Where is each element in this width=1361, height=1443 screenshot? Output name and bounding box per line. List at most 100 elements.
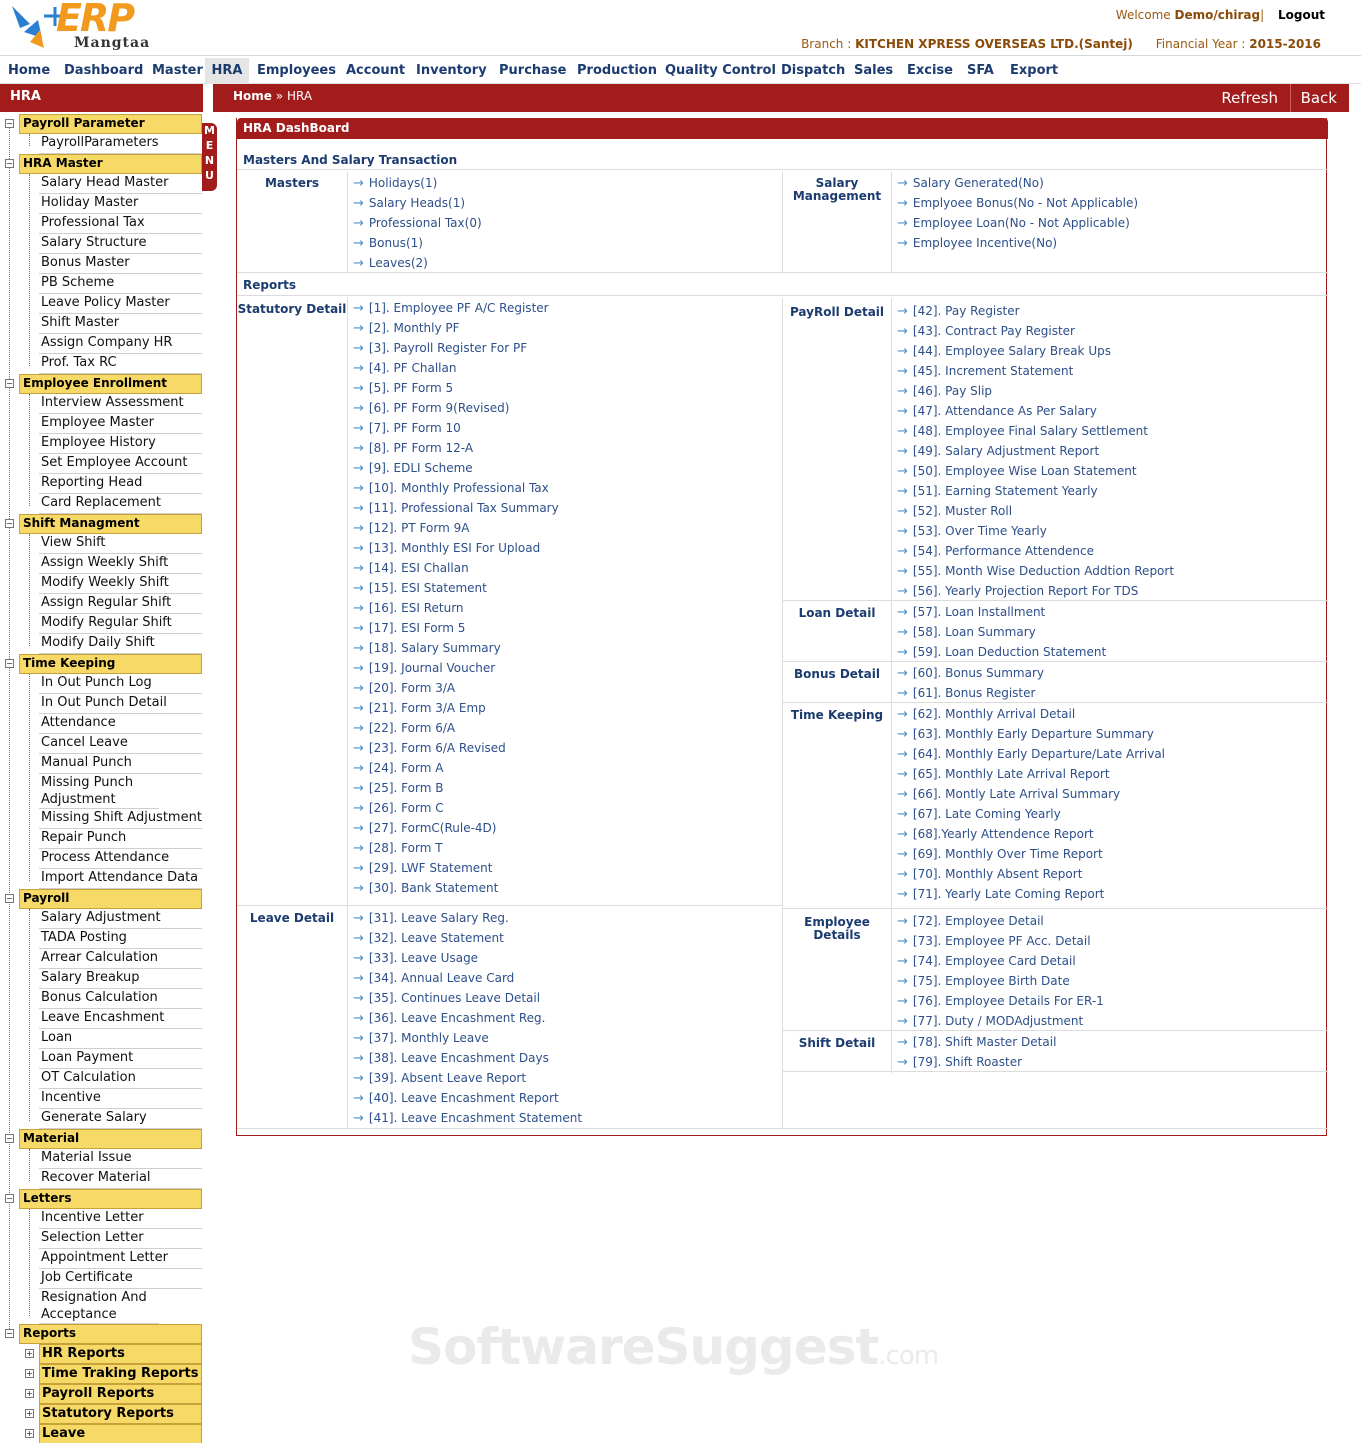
sidebar-item-salary-structure[interactable]: Salary Structure — [39, 234, 202, 254]
report-link[interactable]: → [46]. Pay Slip — [897, 384, 992, 399]
report-link[interactable]: → [49]. Salary Adjustment Report — [897, 444, 1099, 459]
sidebar-item-modify-regular-shift[interactable]: Modify Regular Shift — [39, 614, 202, 634]
report-link[interactable]: → [9]. EDLI Scheme — [353, 461, 473, 476]
sidebar-item-assign-weekly-shift[interactable]: Assign Weekly Shift — [39, 554, 202, 574]
report-link[interactable]: → [56]. Yearly Projection Report For TDS — [897, 584, 1138, 599]
nav-quality-control[interactable]: Quality Control — [661, 58, 776, 84]
report-link[interactable]: → [74]. Employee Card Detail — [897, 954, 1076, 969]
sidebar-item-incentive[interactable]: Incentive — [39, 1089, 202, 1109]
sidebar-item-missing-shift-adjustment[interactable]: Missing Shift Adjustment — [39, 809, 202, 829]
report-link[interactable]: → [26]. Form C — [353, 801, 444, 816]
report-link[interactable]: → [71]. Yearly Late Coming Report — [897, 887, 1104, 902]
report-link[interactable]: → [54]. Performance Attendence — [897, 544, 1094, 559]
report-link[interactable]: → [57]. Loan Installment — [897, 605, 1045, 620]
expand-icon[interactable]: + — [25, 1409, 34, 1418]
report-link[interactable]: → Bonus(1) — [353, 236, 423, 251]
report-link[interactable]: → [68].Yearly Attendence Report — [897, 827, 1094, 842]
report-link[interactable]: → [1]. Employee PF A/C Register — [353, 301, 549, 316]
sidebar-item-pb-scheme[interactable]: PB Scheme — [39, 274, 202, 294]
report-link[interactable]: → [29]. LWF Statement — [353, 861, 492, 876]
report-link[interactable]: → Employee Loan(No - Not Applicable) — [897, 216, 1130, 231]
sidebar-item-modify-weekly-shift[interactable]: Modify Weekly Shift — [39, 574, 202, 594]
sidebar-section-shift-managment[interactable]: Shift Managment — [19, 514, 202, 534]
report-link[interactable]: → [27]. FormC(Rule-4D) — [353, 821, 496, 836]
sidebar-item-bonus-master[interactable]: Bonus Master — [39, 254, 202, 274]
sidebar-item-salary-breakup[interactable]: Salary Breakup — [39, 969, 202, 989]
sidebar-item-shift-master[interactable]: Shift Master — [39, 314, 202, 334]
sidebar-item-material-issue[interactable]: Material Issue — [39, 1149, 202, 1169]
sidebar-item-arrear-calculation[interactable]: Arrear Calculation — [39, 949, 202, 969]
sidebar-item-job-certificate[interactable]: Job Certificate — [39, 1269, 202, 1289]
collapse-icon[interactable]: − — [5, 379, 14, 388]
sidebar-item-employee-history[interactable]: Employee History — [39, 434, 202, 454]
nav-employees[interactable]: Employees — [253, 58, 336, 84]
logout-link[interactable]: Logout — [1278, 8, 1325, 22]
sidebar-item-attendance[interactable]: Attendance — [39, 714, 202, 734]
sidebar-item-repair-punch[interactable]: Repair Punch — [39, 829, 202, 849]
sidebar-item-professional-tax[interactable]: Professional Tax — [39, 214, 202, 234]
report-link[interactable]: → [24]. Form A — [353, 761, 443, 776]
sidebar-section-material[interactable]: Material — [19, 1129, 202, 1149]
report-link[interactable]: → [64]. Monthly Early Departure/Late Arri… — [897, 747, 1165, 762]
nav-purchase[interactable]: Purchase — [495, 58, 566, 84]
sidebar-item-employee-master[interactable]: Employee Master — [39, 414, 202, 434]
sidebar-item-selection-letter[interactable]: Selection Letter — [39, 1229, 202, 1249]
report-link[interactable]: → [65]. Monthly Late Arrival Report — [897, 767, 1110, 782]
sidebar-section-employee-enrollment[interactable]: Employee Enrollment — [19, 374, 202, 394]
sidebar-section-letters[interactable]: Letters — [19, 1189, 202, 1209]
report-link[interactable]: → [36]. Leave Encashment Reg. — [353, 1011, 545, 1026]
report-link[interactable]: → [47]. Attendance As Per Salary — [897, 404, 1097, 419]
sidebar-report-payroll-reports[interactable]: Payroll Reports — [39, 1384, 202, 1404]
report-link[interactable]: → [31]. Leave Salary Reg. — [353, 911, 509, 926]
sidebar-report-statutory-reports[interactable]: Statutory Reports — [39, 1404, 202, 1424]
collapse-icon[interactable]: − — [5, 1134, 14, 1143]
report-link[interactable]: → [67]. Late Coming Yearly — [897, 807, 1061, 822]
sidebar-report-leave[interactable]: Leave — [39, 1424, 202, 1443]
sidebar-section-payroll[interactable]: Payroll — [19, 889, 202, 909]
sidebar-item-cancel-leave[interactable]: Cancel Leave — [39, 734, 202, 754]
report-link[interactable]: → [44]. Employee Salary Break Ups — [897, 344, 1111, 359]
sidebar-item-modify-daily-shift[interactable]: Modify Daily Shift — [39, 634, 202, 654]
nav-inventory[interactable]: Inventory — [412, 58, 487, 84]
report-link[interactable]: → [73]. Employee PF Acc. Detail — [897, 934, 1091, 949]
sidebar-item-prof-tax-rc[interactable]: Prof. Tax RC — [39, 354, 202, 374]
sidebar-item-tada-posting[interactable]: TADA Posting — [39, 929, 202, 949]
sidebar-item-recover-material[interactable]: Recover Material — [39, 1169, 202, 1189]
sidebar-item-salary-adjustment[interactable]: Salary Adjustment — [39, 909, 202, 929]
report-link[interactable]: → [3]. Payroll Register For PF — [353, 341, 527, 356]
report-link[interactable]: → [66]. Montly Late Arrival Summary — [897, 787, 1120, 802]
sidebar-item-assign-company-hr[interactable]: Assign Company HR — [39, 334, 202, 354]
sidebar-section-hra-master[interactable]: HRA Master — [19, 154, 202, 174]
sidebar-item-ot-calculation[interactable]: OT Calculation — [39, 1069, 202, 1089]
nav-dispatch[interactable]: Dispatch — [777, 58, 845, 84]
expand-icon[interactable]: + — [25, 1429, 34, 1438]
menu-toggle-tab[interactable]: MENU — [202, 123, 217, 191]
sidebar-item-holiday-master[interactable]: Holiday Master — [39, 194, 202, 214]
report-link[interactable]: → [11]. Professional Tax Summary — [353, 501, 559, 516]
report-link[interactable]: → Salary Heads(1) — [353, 196, 465, 211]
report-link[interactable]: → [8]. PF Form 12-A — [353, 441, 473, 456]
report-link[interactable]: → [28]. Form T — [353, 841, 443, 856]
report-link[interactable]: → Leaves(2) — [353, 256, 428, 271]
nav-account[interactable]: Account — [342, 58, 405, 84]
report-link[interactable]: → [38]. Leave Encashment Days — [353, 1051, 549, 1066]
report-link[interactable]: → [60]. Bonus Summary — [897, 666, 1044, 681]
collapse-icon[interactable]: − — [5, 119, 14, 128]
report-link[interactable]: → [76]. Employee Details For ER-1 — [897, 994, 1104, 1009]
report-link[interactable]: → [33]. Leave Usage — [353, 951, 478, 966]
report-link[interactable]: → [2]. Monthly PF — [353, 321, 460, 336]
sidebar-section-reports[interactable]: Reports — [19, 1324, 202, 1344]
collapse-icon[interactable]: − — [5, 519, 14, 528]
sidebar-item-in-out-punch-log[interactable]: In Out Punch Log — [39, 674, 202, 694]
sidebar-item-payrollparameters[interactable]: PayrollParameters — [39, 134, 202, 154]
report-link[interactable]: → [48]. Employee Final Salary Settlement — [897, 424, 1148, 439]
report-link[interactable]: → [25]. Form B — [353, 781, 443, 796]
report-link[interactable]: → [77]. Duty / MODAdjustment — [897, 1014, 1083, 1029]
report-link[interactable]: → Emplyoee Bonus(No - Not Applicable) — [897, 196, 1138, 211]
expand-icon[interactable]: + — [25, 1349, 34, 1358]
sidebar-item-loan[interactable]: Loan — [39, 1029, 202, 1049]
nav-export[interactable]: Export — [1006, 58, 1062, 84]
report-link[interactable]: → Salary Generated(No) — [897, 176, 1044, 191]
report-link[interactable]: → [72]. Employee Detail — [897, 914, 1044, 929]
collapse-icon[interactable]: − — [5, 659, 14, 668]
